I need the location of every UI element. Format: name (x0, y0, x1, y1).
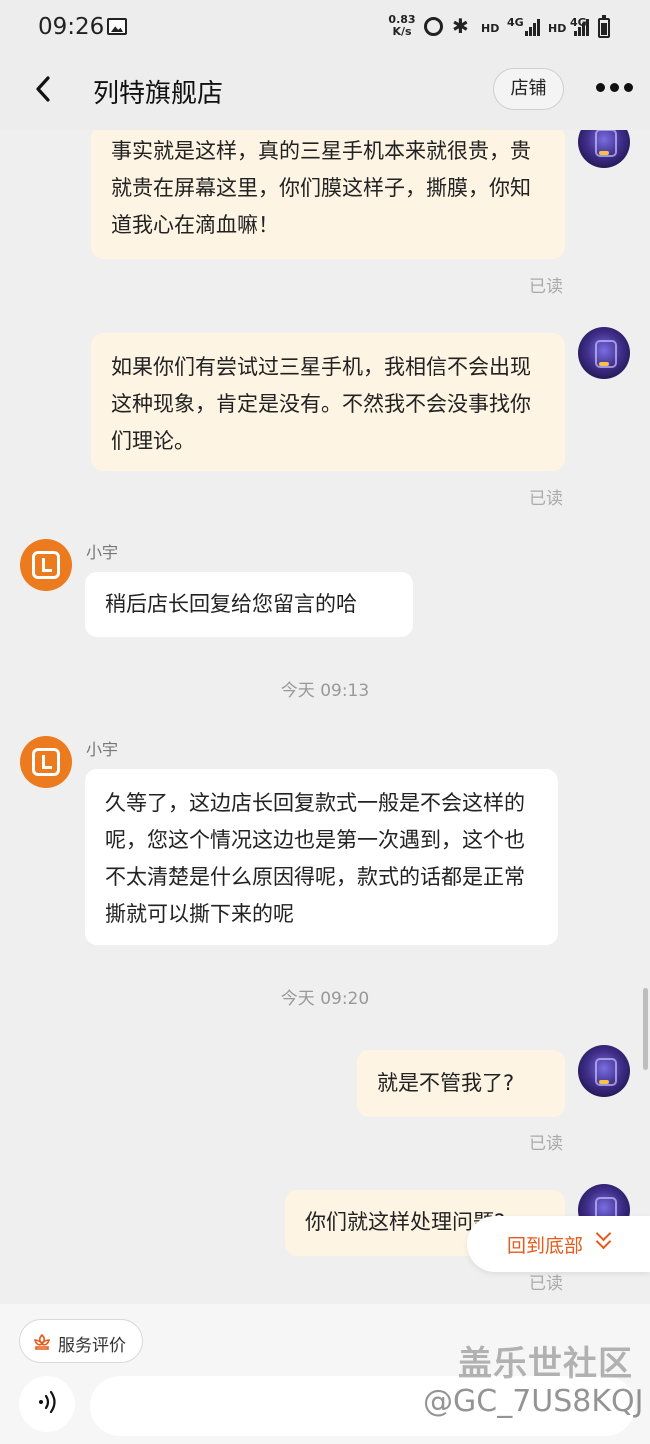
read-status: 已读 (529, 277, 563, 297)
message-text: 稍后店长回复给您留言的哈 (105, 592, 357, 616)
hd-label-2: HD (548, 22, 567, 35)
message-text: 久等了，这边店长回复款式一般是不会这样的呢，您这个情况这边也是第一次遇到，这个也… (105, 791, 525, 926)
watermark-title: 盖乐世社区 (458, 1344, 633, 1384)
status-time: 09:26 (38, 14, 105, 40)
network-speed: 0.83 K/s (387, 14, 417, 38)
message-bubble-user[interactable]: 就是不管我了? (357, 1050, 565, 1117)
message-bubble-user[interactable]: 事实就是这样，真的三星手机本来就很贵，贵就贵在屏幕这里，你们膜这样子，撕膜，你知… (91, 130, 565, 259)
watermark-handle: @GC_7US8KQJ (423, 1384, 644, 1419)
gallery-notification-icon (107, 18, 127, 35)
message-list[interactable]: 事实就是这样，真的三星手机本来就很贵，贵就贵在屏幕这里，你们膜这样子，撕膜，你知… (0, 130, 650, 1304)
service-rating-button[interactable]: 服务评价 (19, 1319, 143, 1363)
back-arrow-icon[interactable] (30, 74, 60, 104)
hd-label-1: HD (481, 22, 500, 35)
back-to-bottom-label: 回到底部 (507, 1235, 584, 1257)
back-to-bottom-button[interactable]: 回到底部 (467, 1216, 650, 1272)
more-dots-icon[interactable] (596, 83, 633, 93)
message-bubble-shop[interactable]: 久等了，这边店长回复款式一般是不会这样的呢，您这个情况这边也是第一次遇到，这个也… (85, 769, 558, 945)
signal-icon-1 (525, 19, 543, 36)
service-rating-label: 服务评价 (58, 1336, 126, 1356)
status-bar: 09:26 0.83 K/s ✱ HD 4G HD 4G (0, 0, 650, 56)
message-bubble-shop[interactable]: 稍后店长回复给您留言的哈 (85, 572, 413, 637)
network-4g-label-1: 4G (507, 16, 524, 29)
message-text: 如果你们有尝试过三星手机，我相信不会出现这种现象，肯定是没有。不然我不会没事找你… (111, 355, 531, 453)
read-status: 已读 (529, 489, 563, 509)
bluetooth-icon: ✱ (452, 14, 469, 38)
message-bubble-user[interactable]: 如果你们有尝试过三星手机，我相信不会出现这种现象，肯定是没有。不然我不会没事找你… (91, 333, 565, 471)
alarm-icon (424, 17, 443, 36)
user-avatar[interactable] (578, 327, 630, 379)
voice-input-button[interactable] (19, 1376, 75, 1432)
message-text: 就是不管我了? (377, 1071, 515, 1095)
battery-icon (598, 15, 610, 38)
shop-avatar[interactable] (20, 539, 72, 591)
sender-name: 小宇 (86, 740, 119, 759)
shop-title: 列特旗舰店 (93, 79, 224, 109)
double-chevron-down-icon (595, 1225, 612, 1250)
shop-avatar[interactable] (20, 736, 72, 788)
chat-header: 列特旗舰店 店铺 (0, 56, 650, 130)
user-avatar[interactable] (578, 130, 630, 168)
signal-icon-2 (574, 19, 590, 36)
sender-name: 小宇 (86, 543, 119, 562)
timestamp: 今天 09:13 (280, 681, 370, 701)
voice-wave-icon (37, 1390, 59, 1419)
shop-button[interactable]: 店铺 (493, 68, 564, 110)
timestamp: 今天 09:20 (280, 989, 370, 1009)
user-avatar[interactable] (578, 1045, 630, 1097)
message-text: 事实就是这样，真的三星手机本来就很贵，贵就贵在屏幕这里，你们膜这样子，撕膜，你知… (111, 139, 531, 237)
read-status: 已读 (529, 1134, 563, 1154)
network-speed-text: 0.83 K/s (388, 13, 416, 38)
scrollbar[interactable] (643, 988, 648, 1070)
read-status: 已读 (529, 1274, 563, 1294)
flower-icon (32, 1332, 52, 1352)
